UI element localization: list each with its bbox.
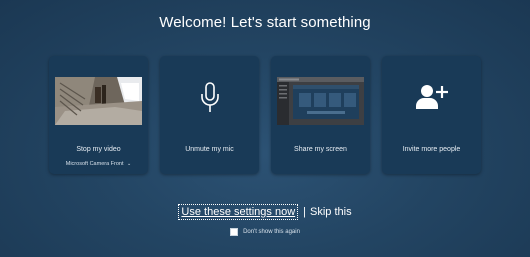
page-title: Welcome! Let's start something: [159, 14, 371, 31]
share-screen-card[interactable]: Share my screen: [271, 56, 370, 174]
dont-show-again-row: Don't show this again: [0, 228, 530, 236]
unmute-mic-card[interactable]: Unmute my mic: [160, 56, 259, 174]
skip-button[interactable]: Skip this: [310, 206, 352, 218]
microphone-icon: [160, 82, 259, 114]
share-screen-label: Share my screen: [294, 146, 347, 153]
action-row: Use these settings now | Skip this: [0, 204, 530, 220]
camera-preview: [55, 77, 142, 125]
screen-preview: [277, 77, 364, 125]
chevron-down-icon: ⌄: [127, 161, 132, 167]
invite-people-card[interactable]: Invite more people: [382, 56, 481, 174]
dont-show-again-label: Don't show this again: [243, 229, 300, 235]
screen-preview-image: [277, 77, 364, 125]
camera-preview-image: [55, 77, 142, 125]
stop-video-card[interactable]: Stop my video Microsoft Camera Front ⌄: [49, 56, 148, 174]
stop-video-label: Stop my video: [76, 146, 121, 153]
add-person-icon: [382, 84, 481, 110]
camera-select-value: Microsoft Camera Front: [65, 161, 124, 167]
camera-select[interactable]: Microsoft Camera Front ⌄: [49, 161, 148, 167]
action-separator: |: [303, 206, 306, 218]
invite-people-label: Invite more people: [402, 146, 461, 153]
dont-show-again-checkbox[interactable]: [230, 228, 239, 236]
use-settings-button[interactable]: Use these settings now: [178, 204, 299, 220]
unmute-mic-label: Unmute my mic: [185, 146, 234, 153]
